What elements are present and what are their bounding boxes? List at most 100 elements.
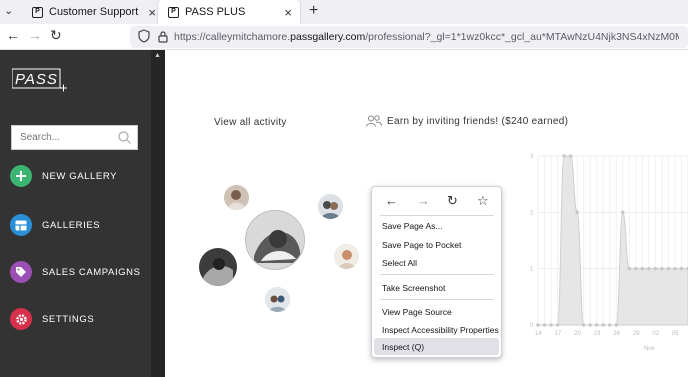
sidebar-item-settings[interactable]: SETTINGS bbox=[10, 308, 94, 330]
url-text[interactable]: https://calleymitchamore.passgallery.com… bbox=[174, 31, 679, 43]
forward-button[interactable]: → bbox=[28, 27, 42, 43]
chart-point bbox=[594, 323, 599, 327]
avatar-bw[interactable] bbox=[199, 248, 237, 286]
chart-ytick-label: 2 bbox=[530, 210, 534, 216]
chart-point bbox=[647, 266, 651, 271]
chart-xtick-label: 23 bbox=[594, 331, 601, 337]
search-input[interactable] bbox=[12, 126, 112, 149]
chart-xtick-label: 05 bbox=[672, 331, 679, 337]
scroll-up-icon[interactable]: ▲ bbox=[154, 52, 161, 59]
sidebar-item-label: SALES CAMPAIGNS bbox=[42, 266, 141, 278]
view-all-activity-link[interactable]: View all activity bbox=[214, 117, 287, 128]
chart-point bbox=[679, 266, 684, 271]
chart-point bbox=[555, 323, 560, 327]
tag-icon bbox=[10, 261, 32, 283]
close-icon[interactable]: × bbox=[148, 5, 156, 20]
chart-point bbox=[614, 323, 619, 327]
url-bar[interactable]: https://calleymitchamore.passgallery.com… bbox=[130, 26, 688, 48]
chart-point bbox=[601, 323, 606, 327]
chart-point bbox=[666, 266, 671, 271]
chart-point bbox=[568, 154, 573, 158]
chart-point bbox=[673, 266, 677, 271]
people-icon bbox=[366, 115, 382, 127]
tab-label: Customer Support bbox=[49, 6, 139, 18]
chart-xtick-label: 26 bbox=[613, 331, 620, 337]
context-menu-nav: ← → ↻ ☆ bbox=[372, 187, 503, 215]
chart-point bbox=[536, 323, 540, 327]
chart-point bbox=[660, 266, 664, 271]
search-box bbox=[11, 125, 138, 150]
sidebar-item-galleries[interactable]: GALLERIES bbox=[10, 214, 100, 236]
menu-item-save-page-as[interactable]: Save Page As... bbox=[382, 221, 442, 231]
tab-bar: ⌄ P Customer Support × P PASS PLUS × + bbox=[0, 0, 688, 24]
context-menu-separator bbox=[380, 299, 494, 300]
menu-item-select-all[interactable]: Select All bbox=[382, 258, 417, 268]
reload-button[interactable]: ↻ bbox=[50, 27, 62, 44]
context-menu-separator bbox=[380, 274, 494, 275]
menu-item-inspect[interactable]: Inspect (Q) bbox=[382, 342, 424, 352]
activity-chart: 0123 14 17 20 23 26 29 02 05 Nov bbox=[530, 154, 688, 352]
chart-xtick-label: 17 bbox=[555, 331, 562, 337]
lock-icon[interactable] bbox=[158, 30, 168, 43]
chart-point bbox=[562, 154, 566, 158]
chart-xtick-label: 29 bbox=[633, 331, 640, 337]
tab-label: PASS PLUS bbox=[185, 6, 246, 18]
chart-point bbox=[549, 323, 553, 327]
chart-point bbox=[620, 210, 625, 215]
earn-text: Earn by inviting friends! ($240 earned) bbox=[387, 115, 569, 127]
chart-ytick-label: 1 bbox=[530, 267, 534, 273]
menu-item-view-source[interactable]: View Page Source bbox=[382, 307, 452, 317]
chart-area bbox=[538, 155, 688, 326]
sidebar-item-new-gallery[interactable]: NEW GALLERY bbox=[10, 165, 117, 187]
chart-ytick-label: 0 bbox=[530, 323, 534, 329]
menu-item-save-to-pocket[interactable]: Save Page to Pocket bbox=[382, 240, 461, 250]
sidebar-item-label: NEW GALLERY bbox=[42, 170, 118, 182]
avatar-group[interactable] bbox=[265, 287, 290, 312]
search-icon[interactable] bbox=[118, 131, 131, 144]
close-icon[interactable]: × bbox=[284, 5, 292, 20]
back-icon[interactable]: ← bbox=[385, 193, 398, 208]
avatar-main[interactable] bbox=[245, 210, 305, 270]
new-tab-button[interactable]: + bbox=[309, 2, 318, 20]
chart-ytick-label: 3 bbox=[530, 154, 534, 160]
forward-icon[interactable]: → bbox=[417, 193, 430, 208]
pass-logo: PASS bbox=[12, 68, 67, 92]
sidebar-scrollbar[interactable] bbox=[151, 50, 165, 377]
chart-point bbox=[588, 323, 592, 327]
menu-item-take-screenshot[interactable]: Take Screenshot bbox=[382, 283, 445, 293]
navigation-bar: ← → ↻ https://calleymitchamore.passgalle… bbox=[0, 24, 688, 50]
avatar-couple[interactable] bbox=[318, 194, 343, 219]
favicon-icon: P bbox=[32, 6, 43, 18]
chart-point bbox=[634, 266, 638, 271]
favicon-icon: P bbox=[168, 6, 179, 18]
sidebar-item-label: GALLERIES bbox=[42, 219, 101, 231]
menu-item-inspect-accessibility[interactable]: Inspect Accessibility Properties bbox=[382, 325, 499, 335]
shield-icon[interactable] bbox=[138, 29, 150, 43]
chart-xtick-label: 20 bbox=[574, 331, 581, 337]
avatar-child[interactable] bbox=[334, 244, 359, 269]
chart-point bbox=[653, 266, 658, 271]
bookmark-star-icon[interactable]: ☆ bbox=[477, 193, 489, 209]
reload-icon[interactable]: ↻ bbox=[447, 193, 458, 209]
chart-point bbox=[640, 266, 645, 271]
chart-xlabel: Nov bbox=[644, 346, 655, 352]
sidebar-item-label: SETTINGS bbox=[42, 313, 95, 325]
tab-customer-support[interactable]: P Customer Support × bbox=[22, 0, 164, 24]
avatar-family[interactable] bbox=[224, 185, 249, 210]
context-menu: ← → ↻ ☆ Save Page As... Save Page to Poc… bbox=[371, 186, 502, 358]
chart-xtick-label: 14 bbox=[535, 331, 542, 337]
chart-point bbox=[542, 323, 547, 327]
tab-list-icon[interactable]: ⌄ bbox=[4, 4, 13, 17]
chart-point bbox=[575, 210, 579, 215]
tab-pass-plus[interactable]: P PASS PLUS × bbox=[158, 0, 300, 24]
plus-icon bbox=[10, 165, 32, 187]
back-button[interactable]: ← bbox=[6, 27, 20, 43]
chart-point bbox=[581, 323, 586, 327]
sidebar-item-sales-campaigns[interactable]: SALES CAMPAIGNS bbox=[10, 261, 141, 283]
earn-invite-link[interactable]: Earn by inviting friends! ($240 earned) bbox=[366, 115, 568, 127]
chart-point bbox=[607, 323, 612, 327]
logo-text: PASS bbox=[15, 71, 58, 88]
gear-icon bbox=[10, 308, 32, 330]
context-menu-separator bbox=[380, 215, 494, 216]
grid-icon bbox=[10, 214, 32, 236]
